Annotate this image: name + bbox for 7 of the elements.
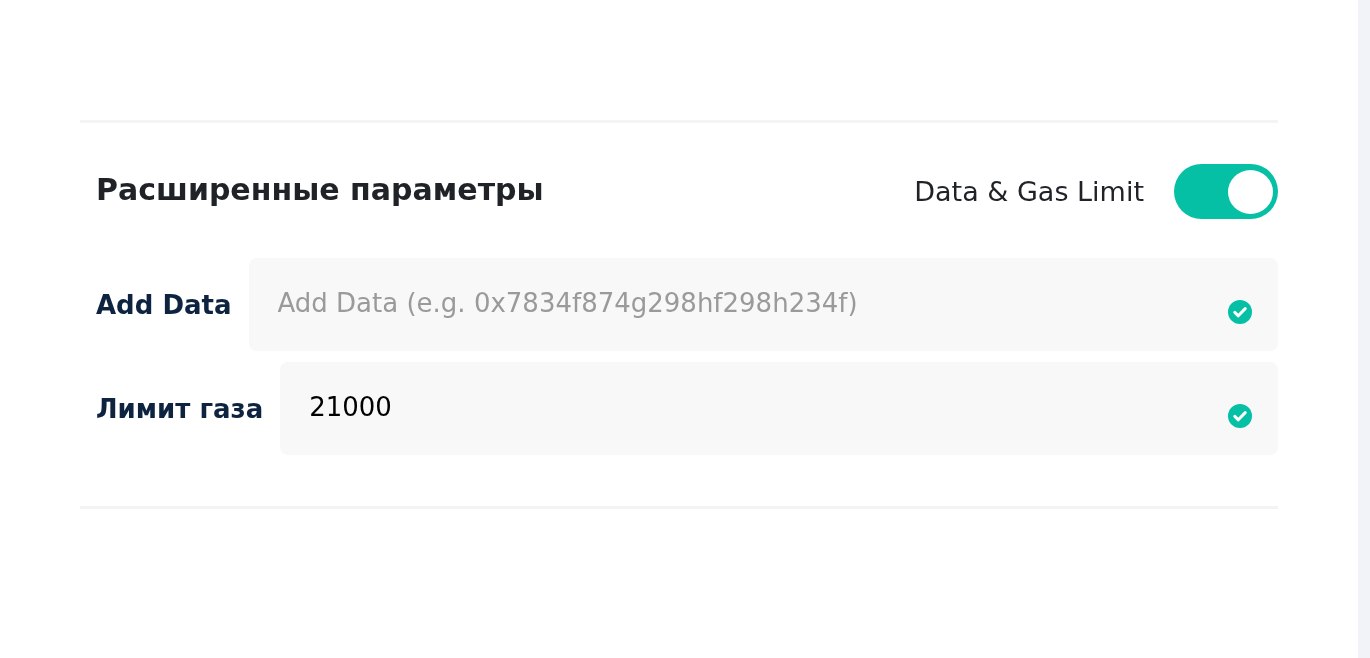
toggle-switch[interactable]	[1174, 164, 1278, 219]
input-field[interactable]: Add Data (e.g. 0x7834f874g298hf298h234f)	[248, 258, 1278, 351]
toggle-label: Data & Gas Limit	[914, 176, 1144, 207]
input-field[interactable]: 21000	[280, 362, 1278, 455]
section-title: Расширенные параметры	[96, 172, 544, 207]
field-label: Add Data	[96, 289, 232, 320]
field-label: Лимит газа	[96, 393, 264, 424]
